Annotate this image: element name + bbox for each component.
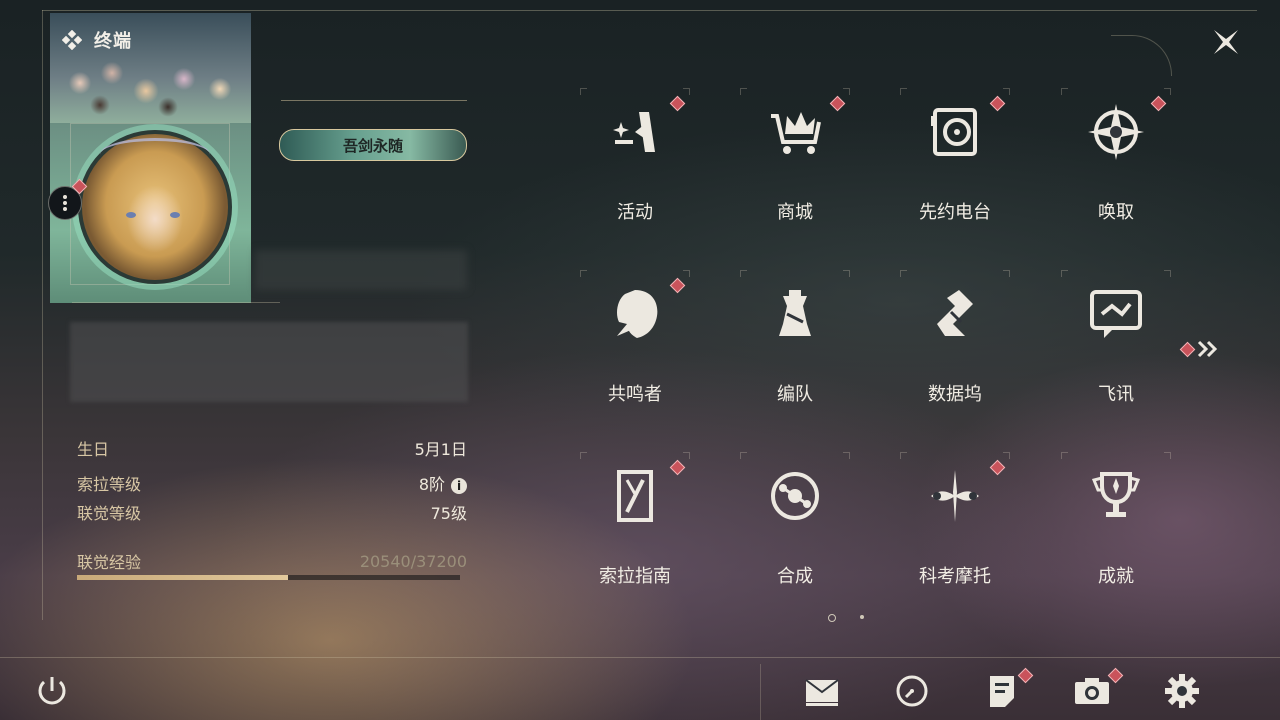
motorbike-icon [931, 470, 979, 522]
title-badge[interactable]: 吾剑永随 [279, 129, 467, 161]
notification-badge [669, 459, 686, 476]
menu-tile-label: 商城 [777, 202, 813, 223]
stat-value: 8阶 [418, 475, 445, 494]
notification-badge [989, 95, 1006, 112]
vertical-dots-icon [63, 195, 67, 211]
menu-tile-label: 成就 [1098, 566, 1134, 587]
menu-tile[interactable]: 商城 [720, 88, 870, 223]
menu-tile[interactable]: 唤取 [1041, 88, 1191, 223]
crown-cart-icon [771, 112, 821, 154]
stat-value: 20540/37200 [359, 551, 467, 571]
page-dot[interactable] [860, 615, 864, 619]
menu-tile[interactable]: 活动 [560, 88, 710, 223]
menu-tile[interactable]: 共鸣者 [560, 270, 710, 405]
menu-tile-label: 先约电台 [919, 202, 991, 223]
menu-tile[interactable]: 科考摩托 [880, 452, 1030, 587]
notification-badge [989, 459, 1006, 476]
signature-blurred [70, 322, 468, 402]
data-dock-icon [937, 290, 973, 336]
page-dot-active[interactable] [828, 614, 836, 622]
close-icon[interactable] [1206, 22, 1246, 62]
synthesis-orb-icon [771, 472, 819, 520]
menu-tile-label: 科考摩托 [919, 566, 991, 587]
menu-tile-label: 编队 [777, 384, 813, 405]
stat-union-exp: 联觉经验 20540/37200 [77, 549, 467, 573]
notification-badge [1179, 341, 1196, 357]
bottom-separator [760, 664, 761, 720]
notification-badge [669, 95, 686, 112]
mail-icon[interactable] [801, 670, 843, 712]
frame-bottom-line [0, 657, 1280, 658]
menu-tile-label: 合成 [777, 566, 813, 587]
next-page-button[interactable] [1179, 340, 1221, 358]
info-icon[interactable]: i [451, 478, 467, 494]
message-bubble-icon [1090, 290, 1142, 338]
exp-progress-bar [77, 575, 460, 580]
stat-label: 索拉等级 [77, 475, 142, 494]
page-title: 终端 [94, 31, 132, 52]
stat-union-level: 联觉等级 75级 [77, 500, 467, 524]
menu-tile-label: 活动 [617, 202, 653, 223]
title-badge-label: 吾剑永随 [342, 136, 403, 155]
radio-speaker-icon [931, 108, 977, 156]
name-divider [281, 100, 467, 101]
compass-star-icon [1088, 104, 1144, 160]
guide-book-icon [617, 470, 653, 522]
player-name-blurred [255, 250, 467, 290]
menu-tile-label: 数据坞 [928, 384, 982, 405]
menu-tile[interactable]: 飞讯 [1041, 270, 1191, 405]
double-chevron-right-icon [1197, 340, 1218, 358]
frame-left-line [42, 10, 43, 620]
power-icon[interactable] [31, 670, 73, 712]
notification-badge [1150, 95, 1167, 112]
exp-progress-fill [77, 575, 289, 580]
chess-piece-icon [779, 290, 811, 336]
sparkle-flag-icon [613, 112, 655, 152]
notification-badge [669, 277, 686, 294]
menu-tile-label: 共鸣者 [608, 384, 662, 405]
character-head-icon [617, 290, 658, 338]
menu-tile-label: 唤取 [1098, 202, 1134, 223]
profile-divider [72, 302, 280, 303]
clock-icon[interactable] [891, 670, 933, 712]
stat-value: 5月1日 [414, 440, 467, 459]
notification-badge [829, 95, 846, 112]
menu-tile[interactable]: 成就 [1041, 452, 1191, 587]
menu-tile[interactable]: 合成 [720, 452, 870, 587]
stat-sol-level: 索拉等级 8阶 i [77, 471, 467, 495]
stat-value: 75级 [430, 504, 467, 523]
menu-tile-label: 飞讯 [1098, 384, 1134, 405]
page-header: 终端 [62, 27, 132, 53]
stat-label: 联觉经验 [77, 553, 142, 572]
trophy-icon [1091, 472, 1141, 517]
camera-icon[interactable] [1071, 670, 1113, 712]
gear-icon[interactable] [1161, 670, 1203, 712]
pagination [828, 612, 868, 622]
menu-tile[interactable]: 编队 [720, 270, 870, 405]
menu-tile[interactable]: 先约电台 [880, 88, 1030, 223]
stat-birthday: 生日 5月1日 [77, 436, 467, 460]
menu-tile[interactable]: 数据坞 [880, 270, 1030, 405]
frame-corner [1111, 35, 1172, 76]
grid-diamond-icon [62, 30, 82, 50]
menu-tile-label: 索拉指南 [599, 566, 671, 587]
avatar-crown [100, 138, 210, 171]
stat-label: 联觉等级 [77, 504, 142, 523]
stat-label: 生日 [77, 440, 110, 459]
menu-tile[interactable]: 索拉指南 [560, 452, 710, 587]
frame-top-line [42, 10, 1257, 11]
document-icon[interactable] [981, 670, 1023, 712]
